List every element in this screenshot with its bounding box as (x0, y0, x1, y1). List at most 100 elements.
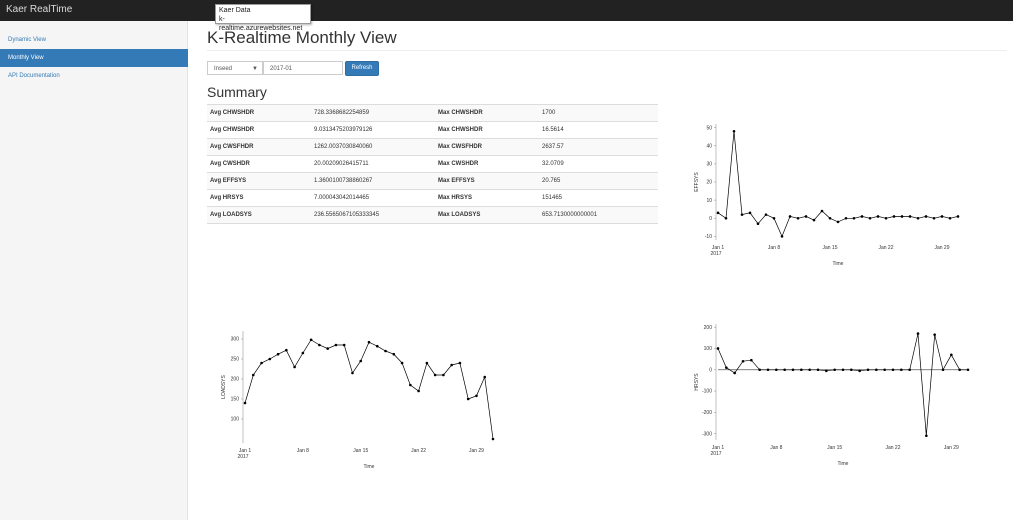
data-point (958, 368, 961, 372)
y-tick-label: 10 (706, 198, 712, 204)
avg-value: 7.000043042014465 (311, 189, 435, 207)
y-tick-label: -10 (705, 234, 712, 240)
data-point (285, 348, 288, 352)
data-point (800, 368, 803, 372)
data-point (825, 369, 828, 373)
data-point (741, 359, 745, 363)
data-point (900, 215, 904, 218)
sidebar-item-monthly-view[interactable]: Monthly View (0, 49, 188, 67)
brand-title[interactable]: Kaer RealTime (6, 4, 72, 15)
data-point (433, 373, 437, 377)
x-tick-sublabel: 2017 (237, 454, 248, 460)
data-point (276, 352, 280, 356)
data-point (808, 368, 811, 372)
max-value: 20.765 (539, 172, 658, 190)
avg-value: 9.0313475203979126 (311, 121, 435, 139)
y-tick-label: 40 (706, 143, 712, 149)
data-point (804, 215, 808, 218)
table-row: Avg CWSHDR 20.00209026415711 Max CWSHDR … (207, 155, 658, 173)
data-point (791, 368, 795, 372)
x-axis-label: Time (364, 464, 375, 470)
sidebar-item-api-documentation[interactable]: API Documentation (0, 67, 188, 85)
data-point (892, 215, 896, 218)
month-input[interactable]: 2017-01 (263, 61, 343, 75)
max-label: Max CWSHDR (435, 155, 539, 173)
data-point (820, 209, 824, 213)
x-tick-label: Jan 8 (770, 445, 782, 451)
max-label: Max CHWSHDR (435, 121, 539, 139)
data-point (816, 368, 820, 372)
y-tick-label: 200 (231, 377, 240, 383)
data-point (933, 333, 936, 336)
data-point (884, 216, 888, 220)
avg-label: Avg CWSHDR (207, 155, 311, 173)
x-tick-label: Jan 8 (297, 448, 309, 454)
site-select[interactable]: Inseed ▼ (207, 61, 263, 75)
avg-label: Avg LOADSYS (207, 206, 311, 224)
data-point (466, 397, 470, 401)
data-point (900, 368, 903, 372)
avg-label: Avg CWSFHDR (207, 138, 311, 156)
x-tick-sublabel: 2017 (710, 451, 721, 457)
data-point (883, 368, 886, 372)
data-point (750, 358, 753, 362)
y-tick-label: 150 (231, 397, 240, 403)
data-point (772, 216, 776, 220)
title-divider (207, 50, 1007, 51)
y-axis-label: HRSYS (694, 373, 700, 391)
data-point (483, 375, 487, 379)
data-point (796, 216, 800, 220)
y-axis-label: EFFSYS (694, 172, 700, 192)
data-point (783, 368, 786, 372)
data-point (950, 353, 953, 357)
data-point (301, 351, 305, 355)
data-point (966, 368, 970, 372)
data-point (342, 343, 346, 347)
y-tick-label: 100 (231, 417, 240, 423)
data-point (458, 361, 462, 365)
max-label: Max EFFSYS (435, 172, 539, 190)
data-point (409, 383, 412, 387)
y-tick-label: -300 (702, 431, 712, 437)
refresh-button[interactable]: Refresh (345, 61, 379, 76)
y-tick-label: 30 (706, 162, 712, 168)
avg-value: 728.3368682254859 (311, 104, 435, 122)
avg-value: 20.00209026415711 (311, 155, 435, 173)
data-point (733, 371, 736, 375)
data-point (916, 332, 920, 335)
data-point (475, 394, 478, 398)
data-point (868, 216, 872, 220)
data-point (852, 216, 856, 220)
chevron-down-icon: ▼ (252, 66, 258, 72)
site-select-value: Inseed (214, 66, 233, 72)
data-point (268, 357, 272, 361)
y-tick-label: 300 (231, 337, 240, 343)
data-point (941, 368, 945, 372)
avg-value: 1262.0037030840060 (311, 138, 435, 156)
data-point (367, 340, 371, 344)
data-point (748, 211, 752, 215)
avg-label: Avg HRSYS (207, 189, 311, 207)
summary-table: Avg CHWSHDR 728.3368682254859 Max CHWSHD… (207, 104, 658, 224)
data-point (860, 215, 864, 218)
y-axis-label: LOADSYS (221, 375, 227, 399)
data-point (908, 215, 912, 218)
data-point (844, 216, 848, 220)
data-point (833, 368, 836, 372)
y-tick-label: 200 (704, 325, 713, 331)
data-point (450, 363, 453, 367)
y-tick-label: 250 (231, 357, 240, 363)
y-tick-label: 50 (706, 125, 712, 131)
data-point (716, 211, 720, 215)
data-point (400, 361, 404, 365)
data-point (836, 220, 840, 224)
x-tick-sublabel: 2017 (710, 251, 721, 257)
avg-label: Avg EFFSYS (207, 172, 311, 190)
max-value: 653.7130000000001 (539, 206, 658, 224)
avg-label: Avg CHWSHDR (207, 104, 311, 122)
series-line (244, 339, 494, 440)
y-tick-label: 20 (706, 180, 712, 186)
browser-tooltip: Kaer Data k-realtime.azurewebsites.net (215, 4, 311, 32)
sidebar-item-dynamic-view[interactable]: Dynamic View (0, 31, 188, 49)
data-point (766, 368, 770, 372)
